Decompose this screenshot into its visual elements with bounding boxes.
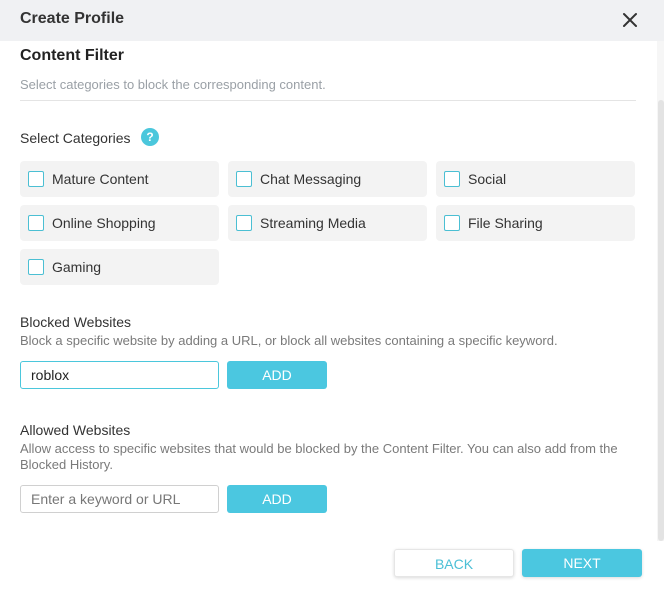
checkbox[interactable] bbox=[236, 171, 252, 187]
category-label: Online Shopping bbox=[52, 215, 156, 231]
category-file-sharing[interactable]: File Sharing bbox=[436, 205, 635, 241]
back-button[interactable]: BACK bbox=[394, 549, 514, 577]
scrollbar-thumb[interactable] bbox=[658, 100, 664, 541]
allowed-website-input[interactable] bbox=[20, 485, 219, 513]
help-icon[interactable]: ? bbox=[141, 128, 159, 146]
allowed-add-button[interactable]: ADD bbox=[227, 485, 327, 513]
category-label: Streaming Media bbox=[260, 215, 366, 231]
section-divider bbox=[20, 100, 636, 101]
checkbox[interactable] bbox=[28, 171, 44, 187]
blocked-websites-description: Block a specific website by adding a URL… bbox=[20, 333, 558, 348]
checkbox[interactable] bbox=[444, 215, 460, 231]
checkbox[interactable] bbox=[28, 215, 44, 231]
create-profile-dialog: Create Profile Content Filter Select cat… bbox=[0, 0, 664, 614]
category-label: Social bbox=[468, 171, 507, 187]
category-label: Chat Messaging bbox=[260, 171, 362, 187]
category-label: File Sharing bbox=[468, 215, 543, 231]
checkbox[interactable] bbox=[444, 171, 460, 187]
category-gaming[interactable]: Gaming bbox=[20, 249, 219, 285]
blocked-add-button[interactable]: ADD bbox=[227, 361, 327, 389]
category-label: Mature Content bbox=[52, 171, 149, 187]
content-filter-title: Content Filter bbox=[20, 47, 124, 64]
category-label: Gaming bbox=[52, 259, 102, 275]
allowed-websites-description: Allow access to specific websites that w… bbox=[20, 441, 618, 472]
dialog-header: Create Profile bbox=[0, 0, 664, 41]
next-button[interactable]: NEXT bbox=[522, 549, 642, 577]
category-social[interactable]: Social bbox=[436, 161, 635, 197]
category-online-shopping[interactable]: Online Shopping bbox=[20, 205, 219, 241]
checkbox[interactable] bbox=[236, 215, 252, 231]
content-filter-description: Select categories to block the correspon… bbox=[20, 77, 326, 92]
blocked-website-input[interactable] bbox=[20, 361, 219, 389]
category-chat-messaging[interactable]: Chat Messaging bbox=[228, 161, 427, 197]
select-categories-label: Select Categories bbox=[20, 130, 131, 146]
blocked-websites-title: Blocked Websites bbox=[20, 314, 132, 330]
allowed-websites-title: Allowed Websites bbox=[20, 422, 131, 438]
category-streaming-media[interactable]: Streaming Media bbox=[228, 205, 427, 241]
category-mature-content[interactable]: Mature Content bbox=[20, 161, 219, 197]
close-button[interactable] bbox=[618, 8, 642, 32]
close-icon bbox=[623, 13, 637, 27]
dialog-title: Create Profile bbox=[20, 10, 125, 27]
checkbox[interactable] bbox=[28, 259, 44, 275]
